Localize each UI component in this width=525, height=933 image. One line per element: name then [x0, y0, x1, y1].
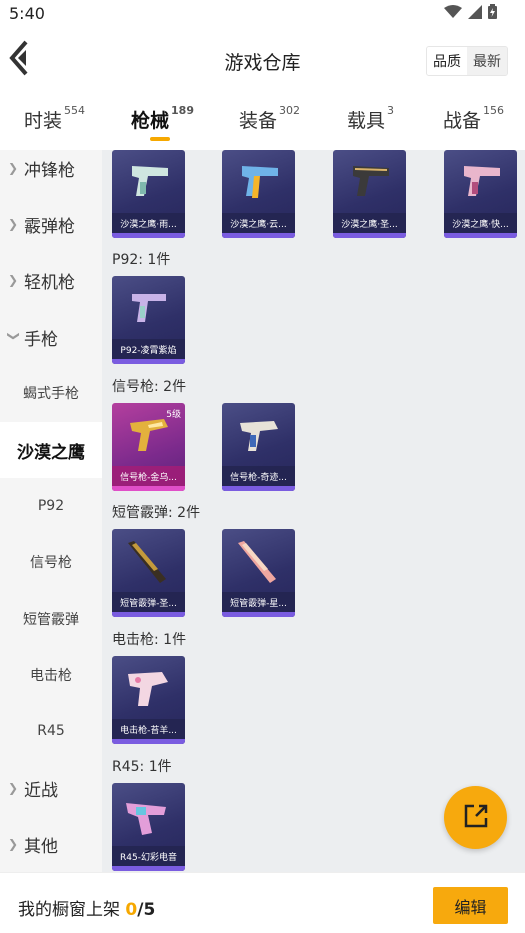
item-card[interactable]: 短管霰弹-圣...: [112, 529, 185, 617]
chevron-right-icon: ❯: [8, 273, 19, 287]
section-label-p92: P92: 1件: [112, 252, 171, 268]
pistol-icon: [353, 166, 389, 196]
sidebar-item-desert-eagle[interactable]: 沙漠之鹰: [0, 422, 102, 478]
pistol-icon: [464, 166, 500, 196]
tab-count: 3: [387, 104, 395, 117]
signal-icon: [468, 4, 482, 23]
revolver-icon: [126, 803, 166, 835]
item-name: R45-幻彩电音: [120, 852, 177, 863]
tab-label: 战备: [443, 110, 482, 132]
tab-supplies[interactable]: 战备 156: [443, 104, 505, 133]
sidebar-item-r45[interactable]: R45: [0, 703, 102, 759]
bottom-bar: 我的橱窗上架 0/5 编辑: [0, 872, 525, 933]
chevron-right-icon: ❯: [8, 161, 19, 175]
section-label-flare: 信号枪: 2件: [112, 379, 187, 395]
tab-firearms[interactable]: 枪械 189: [131, 104, 194, 133]
edit-button[interactable]: 编辑: [433, 887, 508, 924]
item-card[interactable]: 沙漠之鹰·快...: [444, 150, 517, 238]
item-card[interactable]: 沙漠之鹰·雨...: [112, 150, 185, 238]
tab-count: 156: [483, 104, 505, 117]
sidebar-group-pistol[interactable]: ❯ 手枪: [0, 309, 102, 365]
item-name: 沙漠之鹰·云...: [230, 219, 287, 230]
sidebar-group-smg[interactable]: ❯ 冲锋枪: [0, 140, 102, 196]
share-icon: [462, 802, 490, 834]
tab-equipment[interactable]: 装备 302: [239, 104, 301, 133]
status-time: 5:40: [9, 4, 45, 23]
item-grid: 沙漠之鹰·雨... 沙漠之鹰·云... 沙漠之鹰·圣... 沙漠之鹰·快... …: [102, 150, 525, 872]
tab-label: 枪械: [131, 110, 170, 132]
share-button[interactable]: [444, 786, 507, 849]
sort-toggle: 品质 最新: [426, 46, 508, 76]
item-card[interactable]: 电击枪-苔羊...: [112, 656, 185, 744]
item-name: 沙漠之鹰·圣...: [341, 219, 398, 230]
item-card[interactable]: 信号枪-奇迹...: [222, 403, 295, 491]
item-name: 沙漠之鹰·雨...: [120, 219, 177, 230]
showcase-label: 我的橱窗上架: [18, 900, 120, 920]
chevron-down-icon: ❯: [7, 331, 21, 342]
pistol-icon: [132, 294, 166, 322]
item-card[interactable]: 5级 信号枪-金乌...: [112, 403, 185, 491]
chevron-right-icon: ❯: [8, 837, 19, 851]
showcase-total-count: /5: [137, 900, 156, 920]
sidebar-item-label: 轻机枪: [24, 272, 75, 293]
tab-fashion[interactable]: 时装 554: [24, 104, 86, 133]
item-name: 沙漠之鹰·快...: [452, 219, 509, 230]
sidebar-group-other[interactable]: ❯ 其他: [0, 816, 102, 872]
item-card[interactable]: R45-幻彩电音: [112, 783, 185, 871]
stun-gun-icon: [128, 672, 168, 706]
battery-icon: [488, 4, 497, 23]
tab-label: 时装: [24, 110, 63, 132]
flare-gun-icon: [240, 421, 278, 451]
sidebar-item-stun[interactable]: 电击枪: [0, 647, 102, 703]
item-name: P92-凌霄紫焰: [120, 345, 177, 356]
item-name: 信号枪-金乌...: [120, 472, 177, 483]
item-card[interactable]: 沙漠之鹰·圣...: [333, 150, 406, 238]
item-card[interactable]: P92-凌霄紫焰: [112, 276, 185, 364]
item-name: 信号枪-奇迹...: [230, 472, 287, 483]
tab-count: 189: [171, 104, 194, 117]
sidebar-item-label: 其他: [24, 836, 58, 857]
item-card[interactable]: 短管霰弹-星...: [222, 529, 295, 617]
item-name: 电击枪-苔羊...: [120, 725, 177, 736]
sidebar-group-shotgun[interactable]: ❯ 霰弹枪: [0, 196, 102, 252]
pistol-icon: [242, 166, 278, 198]
sort-newest-button[interactable]: 最新: [467, 47, 507, 75]
sidebar-item-p92[interactable]: P92: [0, 478, 102, 534]
shotgun-icon: [128, 541, 166, 583]
tab-label: 载具: [347, 110, 386, 132]
active-tab-indicator: [150, 137, 170, 141]
status-bar: 5:40: [0, 0, 525, 28]
item-name: 短管霰弹-星...: [230, 598, 287, 609]
sidebar-group-melee[interactable]: ❯ 近战: [0, 760, 102, 816]
header: 游戏仓库 品质 最新: [0, 28, 525, 92]
flare-gun-icon: [130, 419, 168, 451]
chevron-right-icon: ❯: [8, 217, 19, 231]
sidebar: ❯ 冲锋枪 ❯ 霰弹枪 ❯ 轻机枪 ❯ 手枪 蝎式手枪 沙漠之鹰 P92 信号枪 短管霰…: [0, 150, 102, 872]
showcase-used-count: 0: [125, 900, 138, 920]
section-label-sawedoff: 短管霰弹: 2件: [112, 505, 201, 521]
showcase-status: 我的橱窗上架 0/5: [18, 895, 155, 920]
sidebar-item-flare[interactable]: 信号枪: [0, 534, 102, 590]
sidebar-item-label: 冲锋枪: [24, 160, 75, 181]
sort-quality-button[interactable]: 品质: [427, 47, 467, 75]
section-label-r45: R45: 1件: [112, 759, 172, 775]
tab-count: 554: [64, 104, 86, 117]
section-label-stun: 电击枪: 1件: [112, 632, 187, 648]
chevron-right-icon: ❯: [8, 781, 19, 795]
tab-label: 装备: [239, 110, 278, 132]
sidebar-item-sawedoff[interactable]: 短管霰弹: [0, 591, 102, 647]
shotgun-icon: [238, 541, 276, 583]
sidebar-item-label: 霰弹枪: [24, 216, 75, 237]
sidebar-item-scorpion[interactable]: 蝎式手枪: [0, 365, 102, 421]
item-card[interactable]: 沙漠之鹰·云...: [222, 150, 295, 238]
tab-vehicles[interactable]: 载具 3: [347, 104, 395, 133]
tab-count: 302: [279, 104, 301, 117]
sidebar-item-label: 手枪: [24, 329, 58, 350]
item-name: 短管霰弹-圣...: [120, 598, 177, 609]
sidebar-item-label: 近战: [24, 780, 58, 801]
wifi-icon: [444, 4, 462, 23]
pistol-icon: [132, 166, 168, 196]
status-icons: [444, 4, 497, 23]
sidebar-group-lmg[interactable]: ❯ 轻机枪: [0, 252, 102, 308]
